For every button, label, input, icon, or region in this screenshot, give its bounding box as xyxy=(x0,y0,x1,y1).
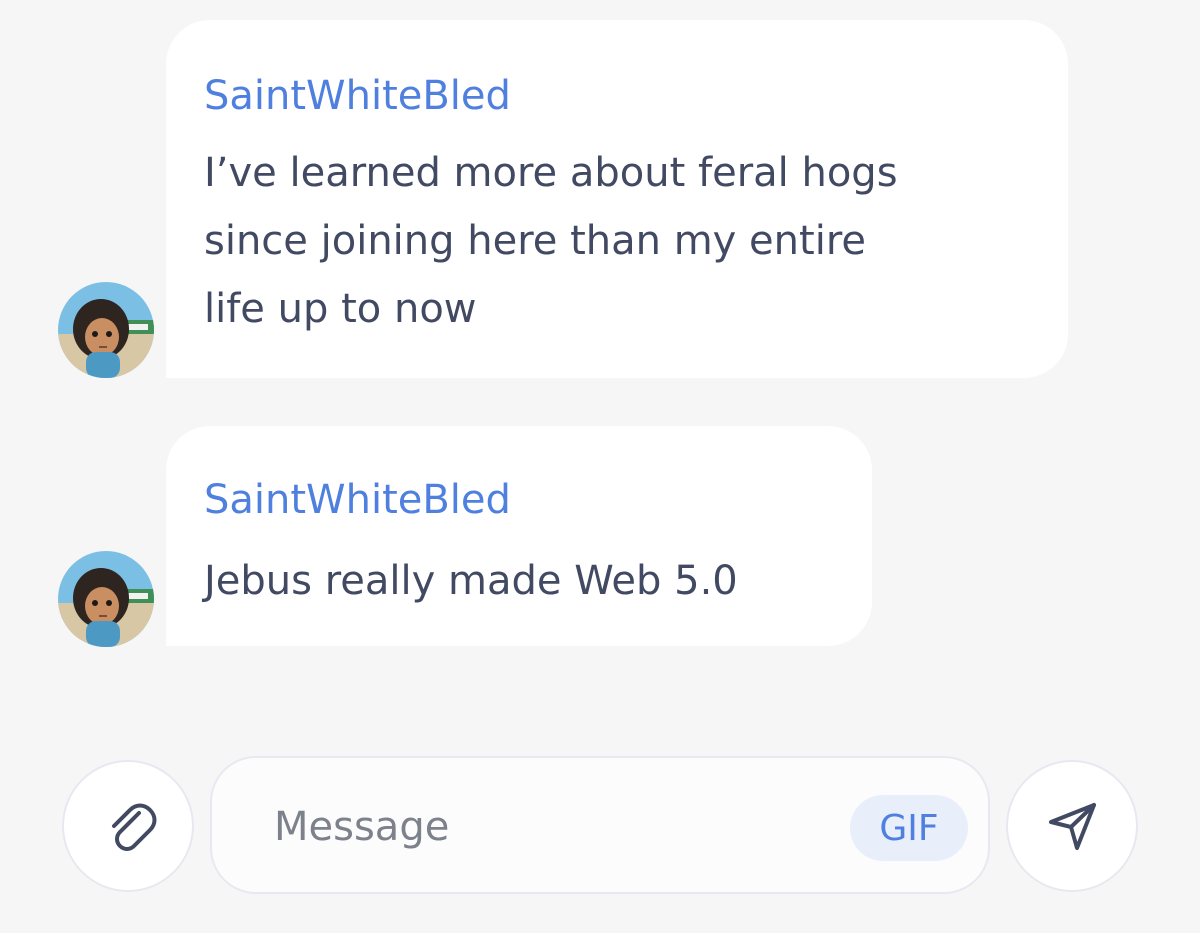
sender-name[interactable]: SaintWhiteBled xyxy=(204,480,511,520)
send-button[interactable] xyxy=(1006,760,1138,892)
sender-name[interactable]: SaintWhiteBled xyxy=(204,76,511,116)
message-input[interactable] xyxy=(272,792,836,862)
message-item: SaintWhiteBled Jebus really made Web 5.0 xyxy=(0,400,1200,648)
paperclip-icon xyxy=(112,803,157,851)
attach-button[interactable] xyxy=(62,760,194,892)
message-bubble[interactable]: SaintWhiteBled I’ve learned more about f… xyxy=(166,20,1068,378)
gif-button[interactable]: GIF xyxy=(850,795,968,861)
avatar[interactable] xyxy=(58,282,154,378)
message-item: SaintWhiteBled I’ve learned more about f… xyxy=(0,0,1200,380)
message-composer: GIF xyxy=(210,756,990,894)
message-bubble[interactable]: SaintWhiteBled Jebus really made Web 5.0 xyxy=(166,426,872,646)
avatar[interactable] xyxy=(58,551,154,647)
send-icon xyxy=(1049,803,1096,850)
message-text: Jebus really made Web 5.0 xyxy=(204,558,738,604)
avatar-image xyxy=(58,282,154,378)
avatar-image xyxy=(58,551,154,647)
message-text: I’ve learned more about feral hogs since… xyxy=(204,150,898,332)
